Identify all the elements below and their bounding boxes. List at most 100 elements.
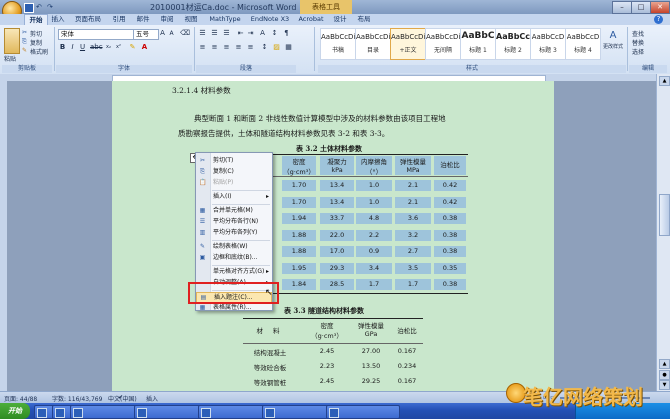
font-color-icon[interactable]: A	[140, 43, 149, 52]
context-menu-item[interactable]: ▥ 平均分布各列(Y)	[196, 228, 272, 238]
table-cell[interactable]: 2.45	[306, 377, 348, 387]
context-menu-item[interactable]: ✂ 剪切(T)	[196, 156, 272, 166]
numbering-icon[interactable]: ☰	[210, 29, 219, 38]
style-heading4[interactable]: AaBbCcD 标题 4	[565, 28, 601, 60]
table-cell[interactable]: 29.25	[350, 377, 392, 387]
replace-button[interactable]: 替换	[632, 38, 644, 47]
table-cell[interactable]: 13.50	[350, 362, 392, 372]
maximize-button[interactable]: □	[631, 1, 651, 14]
table-cell[interactable]: 0.35	[434, 262, 466, 274]
table-cell[interactable]: 3.2	[395, 229, 431, 241]
table-cell[interactable]: 1.7	[356, 279, 392, 290]
table-cell[interactable]: 4.8	[356, 213, 392, 224]
style-mulu[interactable]: AaBbCcDi 目录	[355, 28, 391, 60]
table-cell[interactable]: 1.84	[282, 279, 316, 290]
table-cell[interactable]: 2.45	[306, 347, 348, 357]
taskbar-item[interactable]	[326, 405, 400, 419]
close-button[interactable]: ✕	[650, 1, 670, 14]
subscript-icon[interactable]: x₂	[104, 43, 113, 52]
redo-icon[interactable]: ↷	[47, 3, 55, 11]
undo-icon[interactable]: ↶	[36, 3, 44, 11]
taskbar-item[interactable]	[198, 405, 272, 419]
table-cell[interactable]: 3.6	[395, 213, 431, 224]
context-menu-item[interactable]: ✎ 绘制表格(W)	[196, 242, 272, 252]
table-cell[interactable]: 1.94	[282, 213, 316, 224]
page-count[interactable]: 页面: 44/88	[4, 394, 37, 403]
context-menu-item[interactable]: 单元格对齐方式(G) ▸	[196, 267, 272, 277]
select-browse-object-icon[interactable]: ●	[659, 370, 670, 380]
help-icon[interactable]: ?	[654, 15, 663, 24]
prev-page-icon[interactable]: ▲	[659, 359, 670, 369]
table-cell[interactable]: 2.23	[306, 362, 348, 372]
align-center-icon[interactable]: ≡	[210, 43, 219, 52]
table-cell[interactable]: 22.0	[320, 229, 354, 241]
table-cell[interactable]: 0.38	[434, 279, 466, 290]
horizontal-ruler[interactable]	[0, 74, 670, 82]
style-shugao[interactable]: AaBbCcDi 书稿	[320, 28, 356, 60]
align-left-icon[interactable]: ≡	[198, 43, 207, 52]
paste-button[interactable]: 粘贴	[4, 54, 16, 63]
table-cell[interactable]: 33.7	[320, 213, 354, 224]
table-cell[interactable]: 2.1	[395, 196, 431, 208]
table-cell[interactable]: 0.9	[356, 246, 392, 257]
style-no-spacing[interactable]: AaBbCcDi 无间隔	[425, 28, 461, 60]
scroll-thumb[interactable]	[659, 194, 670, 236]
table-cell[interactable]: 0.167	[392, 347, 422, 357]
tab-mathtype[interactable]: MathType	[206, 14, 244, 25]
tab-insert[interactable]: 插入	[48, 14, 68, 25]
start-button[interactable]: 开始	[0, 403, 30, 419]
bold-icon[interactable]: B	[58, 43, 67, 52]
paste-icon[interactable]	[4, 28, 20, 54]
underline-icon[interactable]: U	[78, 43, 87, 52]
table-cell[interactable]: 1.0	[356, 180, 392, 191]
multilevel-list-icon[interactable]: ☰	[222, 29, 231, 38]
table-cell[interactable]: 1.88	[282, 246, 316, 257]
context-menu-item[interactable]: ⎘ 复制(C)	[196, 167, 272, 177]
table-cell[interactable]: 28.5	[320, 279, 354, 290]
tab-review[interactable]: 审阅	[156, 14, 178, 25]
table-cell[interactable]: 29.3	[320, 262, 354, 274]
tab-page-layout[interactable]: 页面布局	[70, 14, 106, 25]
tab-endnote[interactable]: EndNote X3	[248, 14, 292, 25]
table-cell[interactable]: 2.1	[395, 180, 431, 191]
scroll-up-icon[interactable]: ▲	[659, 76, 670, 86]
table-cell[interactable]: 等效砼合板	[246, 362, 294, 372]
table-cell[interactable]: 1.7	[395, 279, 431, 290]
copy-icon[interactable]: ⎘	[22, 38, 27, 46]
grow-font-icon[interactable]: A	[158, 29, 167, 38]
table-header-cell[interactable]: 材料	[246, 325, 290, 335]
table-cell[interactable]: 0.167	[392, 377, 422, 387]
table-header-cell[interactable]: 泊松比	[434, 156, 466, 175]
table-cell[interactable]: 1.88	[282, 229, 316, 241]
table-cell[interactable]: 等效钢管桩	[246, 377, 294, 387]
table-header-cell[interactable]: 凝聚力 kPa	[320, 156, 354, 175]
context-menu-item[interactable]: ▦ 合并单元格(M)	[196, 206, 272, 216]
borders-icon[interactable]: ▦	[284, 43, 293, 52]
decrease-indent-icon[interactable]: ⇤	[236, 29, 245, 38]
tab-references[interactable]: 引用	[108, 14, 130, 25]
font-name-select[interactable]: 宋体	[58, 29, 134, 40]
table-cell[interactable]: 0.42	[434, 196, 466, 208]
copy-button[interactable]: 复制	[30, 38, 42, 47]
shrink-font-icon[interactable]: A	[167, 29, 176, 38]
language-indicator[interactable]: 中文(中国)	[108, 394, 137, 403]
select-button[interactable]: 选择	[632, 47, 644, 56]
italic-icon[interactable]: I	[68, 43, 77, 52]
table-cell[interactable]: 0.38	[434, 213, 466, 224]
table-cell[interactable]: 1.70	[282, 180, 316, 191]
distributed-icon[interactable]: ≡	[246, 43, 255, 52]
table-cell[interactable]: 13.4	[320, 196, 354, 208]
table-cell[interactable]: 2.2	[356, 229, 392, 241]
table-cell[interactable]: 1.70	[282, 196, 316, 208]
table-cell[interactable]: 结构混凝土	[246, 347, 294, 357]
find-button[interactable]: 查找	[632, 29, 644, 38]
style-body[interactable]: AaBbCcDi +正文	[390, 28, 426, 60]
style-heading2[interactable]: AaBbCc 标题 2	[495, 28, 531, 60]
change-styles-button[interactable]: A 更改样式	[601, 29, 625, 57]
tab-layout[interactable]: 布局	[354, 14, 374, 25]
table-cell[interactable]: 3.4	[356, 262, 392, 274]
line-spacing-icon[interactable]: ↕	[260, 43, 269, 52]
style-heading3[interactable]: AaBbCcD 标题 3	[530, 28, 566, 60]
cut-button[interactable]: 剪切	[30, 29, 42, 38]
table-cell[interactable]: 0.38	[434, 229, 466, 241]
